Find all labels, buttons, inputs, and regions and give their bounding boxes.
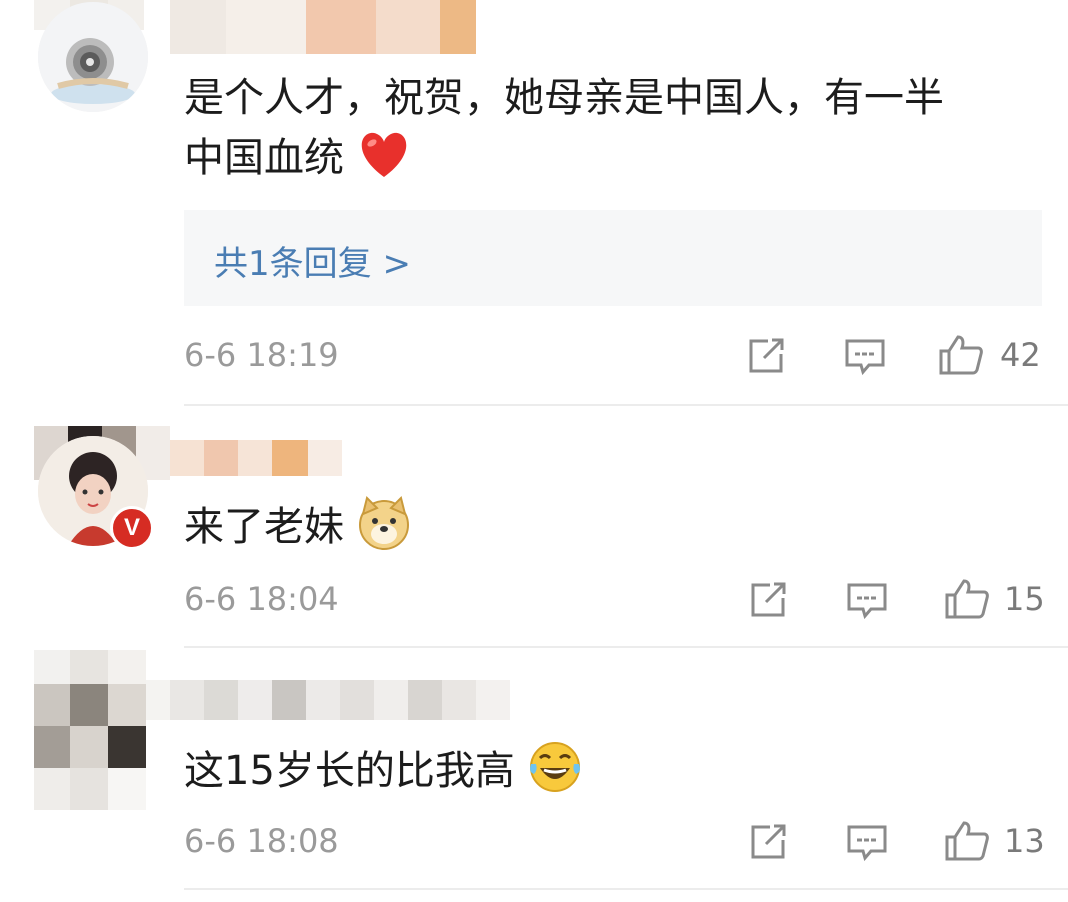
timestamp: 6-6 18:04 [184, 580, 339, 618]
reply-preview-box[interactable]: 共1条回复 > [184, 210, 1042, 306]
like-count: 13 [1004, 822, 1045, 860]
username-blurred[interactable] [170, 440, 342, 476]
doge-emoji-icon [358, 496, 409, 550]
divider [184, 404, 1068, 406]
avatar[interactable] [38, 2, 148, 112]
username-blurred[interactable] [170, 0, 476, 54]
like-icon[interactable] [944, 820, 990, 862]
like-count: 42 [1000, 336, 1041, 374]
comment-icon[interactable] [846, 582, 888, 620]
divider [184, 646, 1068, 648]
laughing-tears-emoji-icon [529, 742, 580, 792]
comment-item [0, 0, 1068, 405]
share-icon[interactable] [748, 582, 788, 618]
share-icon[interactable] [748, 824, 788, 860]
like-icon[interactable] [944, 578, 990, 620]
like-count: 15 [1004, 580, 1045, 618]
avatar-image [38, 2, 148, 112]
comment-text: 这15岁长的比我高 [184, 740, 582, 801]
comment-text: 来了老妹 [184, 496, 411, 557]
view-replies-link[interactable]: 共1条回复 > [214, 236, 411, 285]
timestamp: 6-6 18:19 [184, 336, 339, 374]
divider [184, 888, 1068, 890]
username-blurred[interactable] [136, 680, 510, 720]
comment-icon[interactable] [844, 338, 886, 376]
verified-badge: V [110, 506, 154, 550]
timestamp: 6-6 18:08 [184, 822, 339, 860]
avatar-blurred[interactable] [34, 650, 146, 810]
heart-emoji-icon [361, 132, 406, 177]
comment-text: 是个人才，祝贺，她母亲是中国人，有一半 [184, 75, 944, 121]
comment-text-line2: 中国血统 [184, 128, 411, 188]
like-icon[interactable] [938, 334, 984, 376]
share-icon[interactable] [746, 338, 786, 374]
comment-icon[interactable] [846, 824, 888, 862]
